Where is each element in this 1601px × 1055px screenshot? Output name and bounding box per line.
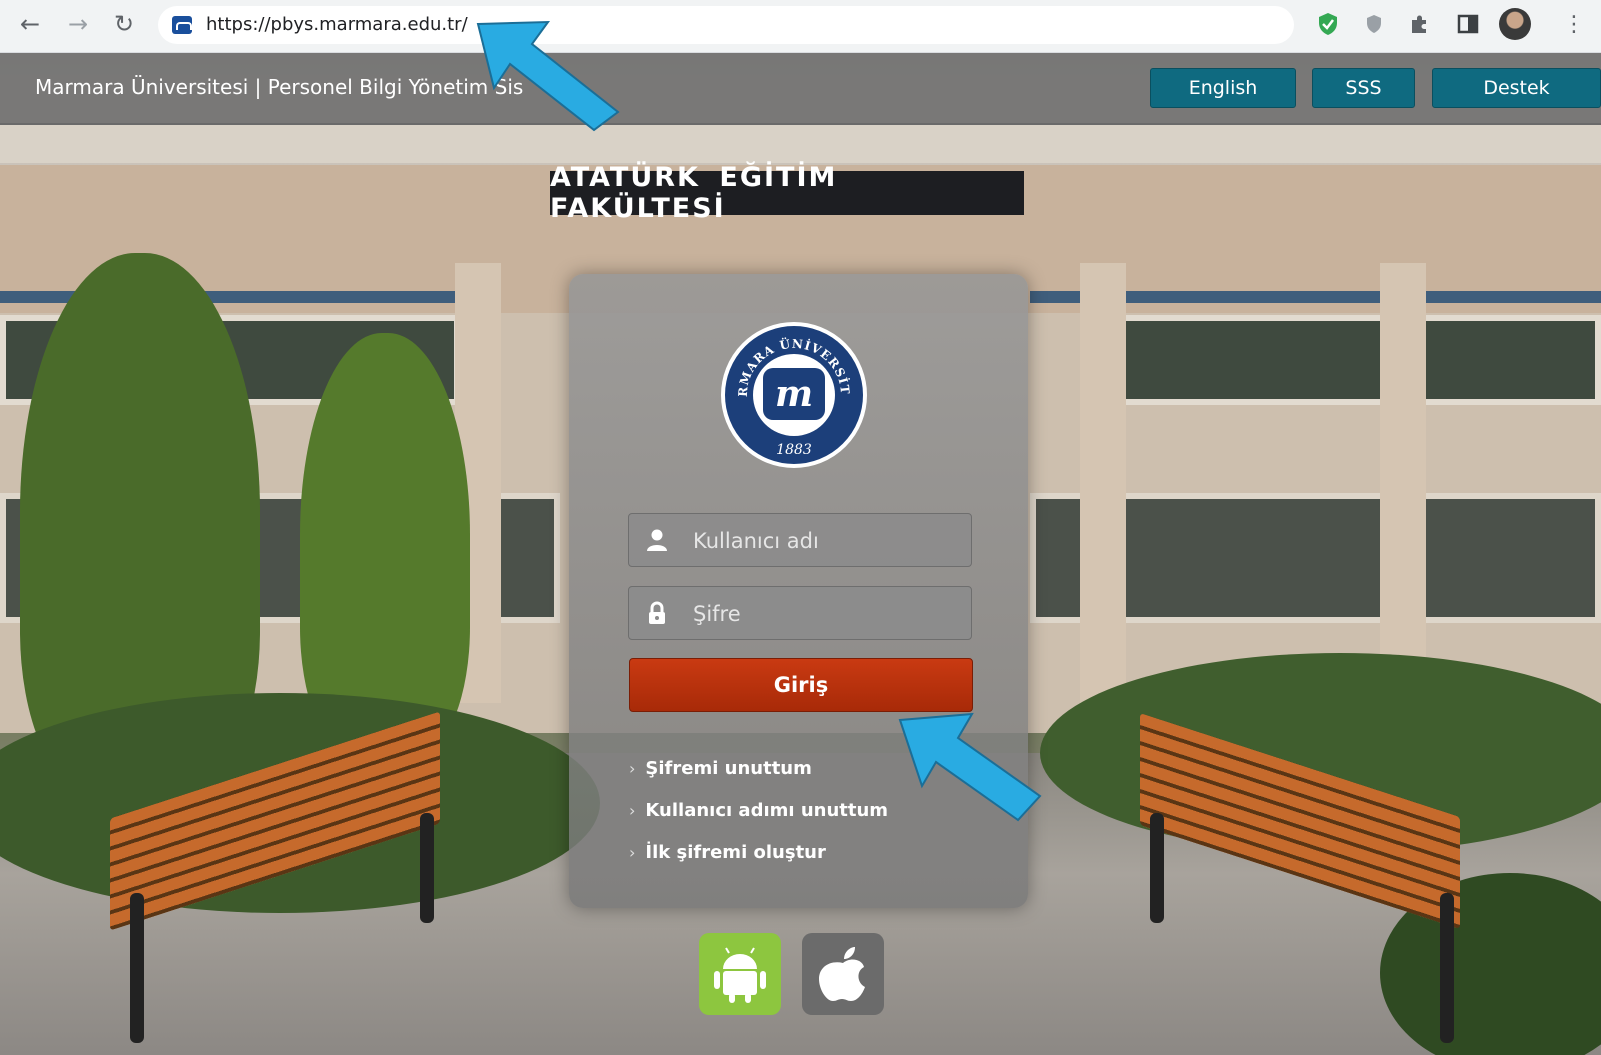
sidepanel-icon[interactable]	[1456, 12, 1480, 36]
login-page: ATATÜRK EĞİTİM FAKÜLTESİ Marmara Ünivers…	[0, 53, 1601, 1055]
chevron-right-icon: ›	[629, 759, 636, 778]
username-input[interactable]	[691, 524, 955, 558]
logo-year: 1883	[776, 442, 812, 458]
android-icon	[714, 947, 766, 1003]
building-column	[1380, 263, 1426, 703]
forward-icon[interactable]: →	[64, 10, 92, 38]
page-title: Marmara Üniversitesi | Personel Bilgi Yö…	[35, 75, 524, 99]
bench-leg	[1150, 813, 1164, 923]
kebab-menu-icon[interactable]: ⋮	[1560, 10, 1588, 38]
tree	[300, 333, 470, 753]
back-icon[interactable]: ←	[16, 10, 44, 38]
reload-icon[interactable]: ↻	[110, 10, 138, 38]
bench-leg	[130, 893, 144, 1043]
shield-check-icon[interactable]	[1316, 12, 1340, 36]
english-button[interactable]: English	[1150, 68, 1296, 108]
bench-leg	[1440, 893, 1454, 1043]
shield-icon[interactable]	[1362, 12, 1386, 36]
login-button[interactable]: Giriş	[629, 658, 973, 712]
faq-button[interactable]: SSS	[1312, 68, 1415, 108]
chevron-right-icon: ›	[629, 843, 636, 862]
forgot-password-link[interactable]: › Şifremi unuttum	[629, 758, 812, 779]
logo-emblem: m	[753, 354, 835, 436]
user-icon	[647, 529, 667, 551]
apple-app-button[interactable]	[802, 933, 884, 1015]
username-field[interactable]	[628, 513, 972, 567]
building-roof	[0, 123, 1601, 163]
annotation-arrow	[476, 20, 620, 132]
annotation-arrow	[898, 712, 1042, 822]
address-bar[interactable]: https://pbys.marmara.edu.tr/	[158, 6, 1294, 44]
apple-icon	[819, 947, 865, 1001]
building-windows	[1110, 315, 1601, 405]
faculty-sign: ATATÜRK EĞİTİM FAKÜLTESİ	[550, 162, 1024, 224]
chevron-right-icon: ›	[629, 801, 636, 820]
support-button[interactable]: Destek	[1432, 68, 1601, 108]
building-column	[1080, 263, 1126, 703]
university-logo: MARMARA ÜNİVERSİTESİ m 1883	[721, 322, 867, 468]
site-header: Marmara Üniversitesi | Personel Bilgi Yö…	[0, 53, 1601, 125]
password-field[interactable]	[628, 586, 972, 640]
password-input[interactable]	[691, 597, 955, 631]
url-text[interactable]: https://pbys.marmara.edu.tr/	[206, 14, 468, 35]
logo-m-mark: m	[763, 368, 825, 420]
forgot-username-link[interactable]: › Kullanıcı adımı unuttum	[629, 800, 888, 821]
create-first-password-link[interactable]: › İlk şifremi oluştur	[629, 842, 826, 863]
browser-toolbar: ← → ↻ https://pbys.marmara.edu.tr/ ⋮	[0, 0, 1601, 53]
profile-avatar[interactable]	[1499, 8, 1531, 40]
lock-icon	[649, 601, 665, 624]
puzzle-icon[interactable]	[1408, 12, 1432, 36]
android-app-button[interactable]	[699, 933, 781, 1015]
bench-leg	[420, 813, 434, 923]
site-favicon-icon	[172, 16, 192, 34]
